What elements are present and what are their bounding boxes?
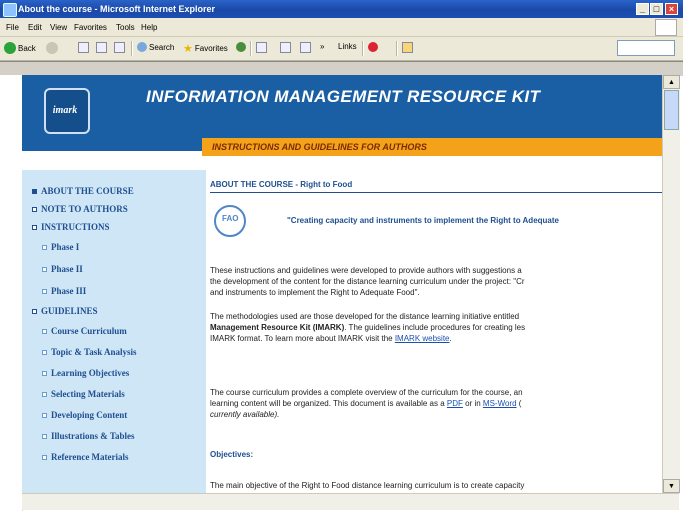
address-input[interactable] (617, 40, 675, 56)
paragraph-curriculum: The course curriculum provides a complet… (210, 388, 523, 419)
ms-word-link[interactable]: MS-Word (483, 399, 517, 408)
star-icon: ★ (183, 43, 193, 55)
history-button[interactable] (256, 42, 267, 53)
sidebar-item-phase-2[interactable]: Phase II (42, 264, 83, 274)
sidebar-item-phase-1[interactable]: Phase I (42, 242, 79, 252)
scroll-thumb[interactable] (664, 90, 679, 130)
forward-arrow-icon (46, 42, 58, 54)
header-wedge (22, 139, 204, 151)
menu-file[interactable]: File (6, 23, 19, 32)
favorites-button[interactable]: ★ Favorites (183, 42, 228, 55)
search-button[interactable]: Search (137, 42, 174, 52)
imark-logo: imark (44, 88, 90, 134)
mail-button[interactable] (280, 42, 291, 53)
home-button[interactable] (114, 42, 125, 53)
media-button[interactable] (236, 42, 246, 52)
addon-icon (368, 42, 378, 52)
menu-favorites[interactable]: Favorites (74, 23, 107, 32)
sidebar: ABOUT THE COURSE NOTE TO AUTHORS INSTRUC… (22, 170, 206, 493)
section-divider (210, 192, 662, 193)
site-title: INFORMATION MANAGEMENT RESOURCE KIT (146, 87, 541, 106)
sidebar-item-guidelines[interactable]: GUIDELINES (32, 306, 98, 316)
discuss-icon (402, 42, 413, 53)
history-icon (256, 42, 267, 53)
vertical-scrollbar[interactable]: ▲ ▼ (662, 75, 680, 493)
site-subtitle: INSTRUCTIONS AND GUIDELINES FOR AUTHORS (212, 142, 427, 152)
frame-top-border (0, 61, 683, 76)
page-viewport: imark INFORMATION MANAGEMENT RESOURCE KI… (22, 75, 662, 493)
sidebar-item-selecting-materials[interactable]: Selecting Materials (42, 389, 125, 399)
toolbar: Back Search ★ Favorites » Links (0, 37, 683, 61)
search-icon (137, 42, 147, 52)
menu-edit[interactable]: Edit (28, 23, 42, 32)
home-icon (114, 42, 125, 53)
fao-logo-text: FAO (222, 214, 239, 223)
forward-button[interactable] (46, 42, 58, 54)
sidebar-item-course-curriculum[interactable]: Course Curriculum (42, 326, 127, 336)
paragraph-methodology: The methodologies used are those develop… (210, 312, 526, 343)
sidebar-item-phase-3[interactable]: Phase III (42, 286, 86, 296)
left-frame-edge (0, 75, 23, 511)
scroll-down-icon[interactable]: ▼ (663, 479, 680, 493)
refresh-icon (96, 42, 107, 53)
sidebar-item-topic-task-analysis[interactable]: Topic & Task Analysis (42, 347, 136, 357)
sidebar-item-developing-content[interactable]: Developing Content (42, 410, 127, 420)
refresh-button[interactable] (96, 42, 107, 53)
horizontal-scrollbar[interactable] (22, 493, 679, 510)
stop-icon (78, 42, 89, 53)
menu-tools[interactable]: Tools (116, 23, 135, 32)
window-titlebar: About the course - Microsoft Internet Ex… (0, 0, 683, 18)
project-quote: "Creating capacity and instruments to im… (287, 216, 559, 225)
sidebar-item-illustrations-tables[interactable]: Illustrations & Tables (42, 431, 135, 441)
media-icon (236, 42, 246, 52)
back-arrow-icon (4, 42, 16, 54)
print-button[interactable] (300, 42, 311, 53)
print-icon (300, 42, 311, 53)
menu-help[interactable]: Help (141, 23, 157, 32)
close-button[interactable]: × (665, 3, 678, 15)
menu-view[interactable]: View (50, 23, 67, 32)
minimize-button[interactable]: _ (636, 3, 649, 15)
paragraph-intro: These instructions and guidelines were d… (210, 266, 525, 297)
windows-logo-icon (655, 19, 677, 36)
back-button[interactable]: Back (4, 42, 36, 54)
overflow-chevron[interactable]: » (320, 42, 324, 51)
window-title: About the course - Microsoft Internet Ex… (18, 4, 216, 14)
discuss-button[interactable] (402, 42, 413, 53)
mail-icon (280, 42, 291, 53)
sidebar-item-about-the-course[interactable]: ABOUT THE COURSE (32, 186, 134, 196)
addon-button[interactable] (368, 42, 378, 52)
site-header: imark INFORMATION MANAGEMENT RESOURCE KI… (22, 75, 662, 139)
objectives-heading: Objectives: (210, 450, 254, 459)
menu-bar: File Edit View Favorites Tools Help (0, 18, 683, 37)
sidebar-item-instructions[interactable]: INSTRUCTIONS (32, 222, 110, 232)
sidebar-item-reference-materials[interactable]: Reference Materials (42, 452, 129, 462)
ie-icon (3, 3, 17, 17)
scroll-up-icon[interactable]: ▲ (663, 75, 680, 89)
pdf-link[interactable]: PDF (447, 399, 463, 408)
section-heading: ABOUT THE COURSE - Right to Food (210, 180, 353, 189)
sidebar-item-note-to-authors[interactable]: NOTE TO AUTHORS (32, 204, 128, 214)
maximize-button[interactable]: □ (650, 3, 663, 15)
paragraph-objective: The main objective of the Right to Food … (210, 481, 525, 490)
sidebar-item-learning-objectives[interactable]: Learning Objectives (42, 368, 129, 378)
logo-text: imark (52, 105, 78, 116)
stop-button[interactable] (78, 42, 89, 53)
links-button[interactable]: Links (338, 42, 357, 51)
imark-website-link[interactable]: IMARK website (395, 334, 450, 343)
fao-logo-icon: FAO (214, 205, 246, 237)
